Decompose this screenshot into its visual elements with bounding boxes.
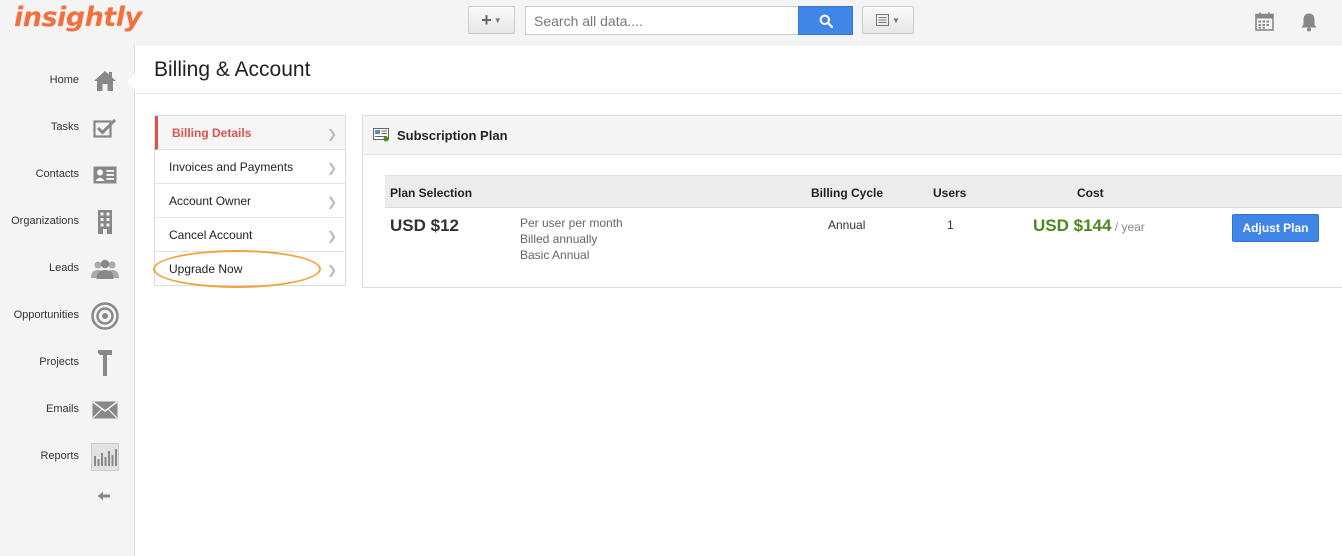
subnav-item-account-owner[interactable]: Account Owner ❯ xyxy=(155,184,345,218)
plan-description: Per user per month Billed annually Basic… xyxy=(520,215,623,263)
sidebar-item-opportunities[interactable]: Opportunities xyxy=(0,296,134,336)
insightly-logo[interactable]: insightly xyxy=(14,2,142,33)
contact-card-icon xyxy=(91,161,119,189)
sidebar-item-label: Emails xyxy=(45,403,79,415)
checkbox-icon xyxy=(91,114,119,142)
sidebar-item-tasks[interactable]: Tasks xyxy=(0,108,134,148)
calendar-icon[interactable] xyxy=(1255,12,1274,31)
sidebar-item-label: Organizations xyxy=(11,215,79,227)
sidebar: Home Tasks Contacts Organizations Leads … xyxy=(0,46,135,556)
subnav-item-label: Invoices and Payments xyxy=(169,160,294,174)
plan-desc-line: Billed annually xyxy=(520,232,598,246)
billing-cycle-value: Annual xyxy=(828,218,866,232)
sidebar-item-label: Reports xyxy=(40,450,79,462)
plan-desc-line: Basic Annual xyxy=(520,248,590,262)
header-plan-selection: Plan Selection xyxy=(390,186,473,200)
sidebar-item-home[interactable]: Home xyxy=(0,61,134,101)
add-new-button[interactable]: + ▼ xyxy=(468,6,515,34)
sidebar-item-leads[interactable]: Leads xyxy=(0,249,134,289)
sidebar-item-label: Projects xyxy=(39,356,79,368)
cost-amount: USD $144 xyxy=(1033,216,1112,235)
subnav-item-invoices-and-payments[interactable]: Invoices and Payments ❯ xyxy=(155,150,345,184)
list-icon xyxy=(876,14,890,26)
sidebar-item-label: Contacts xyxy=(35,168,79,180)
subscription-plan-panel: Subscription Plan Plan Selection Billing… xyxy=(362,115,1342,288)
chevron-right-icon: ❯ xyxy=(326,127,337,141)
panel-title: Subscription Plan xyxy=(397,128,508,143)
subscription-icon xyxy=(373,128,389,142)
plan-desc-line: Per user per month xyxy=(520,216,623,230)
header-billing-cycle: Billing Cycle xyxy=(811,186,884,200)
subnav-item-label: Billing Details xyxy=(172,126,252,140)
hammer-icon xyxy=(91,349,119,377)
caret-down-icon: ▼ xyxy=(493,15,502,25)
plus-icon: + xyxy=(481,9,492,30)
subnav-item-cancel-account[interactable]: Cancel Account ❯ xyxy=(155,218,345,252)
caret-down-icon: ▼ xyxy=(892,15,900,25)
adjust-plan-button[interactable]: Adjust Plan xyxy=(1232,214,1319,242)
sidebar-item-label: Opportunities xyxy=(13,309,79,321)
search-icon xyxy=(819,14,833,28)
view-menu-button[interactable]: ▼ xyxy=(862,6,914,34)
target-icon xyxy=(91,302,119,330)
sidebar-item-label: Home xyxy=(49,74,79,86)
highlight-annotation xyxy=(153,250,321,288)
subnav-item-label: Cancel Account xyxy=(169,228,253,242)
search-button[interactable] xyxy=(798,6,853,35)
chevron-right-icon: ❯ xyxy=(326,161,337,175)
plan-table-header: Plan Selection Billing Cycle Users Cost xyxy=(385,175,1342,208)
sidebar-item-label: Tasks xyxy=(50,121,79,133)
chevron-right-icon: ❯ xyxy=(326,195,337,209)
envelope-icon xyxy=(91,396,119,424)
chevron-right-icon: ❯ xyxy=(326,263,337,277)
sidebar-item-organizations[interactable]: Organizations xyxy=(0,202,134,242)
subnav-item-label: Account Owner xyxy=(169,194,252,208)
subnav-item-billing-details[interactable]: Billing Details ❯ xyxy=(155,116,345,150)
header-users: Users xyxy=(933,186,967,200)
panel-header: Subscription Plan xyxy=(363,116,1342,155)
top-bar: insightly + ▼ ▼ xyxy=(0,0,1342,46)
users-value: 1 xyxy=(947,218,954,232)
arrow-left-icon xyxy=(98,491,110,501)
collapse-sidebar-button[interactable] xyxy=(98,488,110,506)
chevron-right-icon: ❯ xyxy=(326,229,337,243)
sidebar-item-label: Leads xyxy=(49,262,79,274)
sidebar-item-contacts[interactable]: Contacts xyxy=(0,155,134,195)
title-divider xyxy=(136,93,1342,94)
cost-value: USD $144 / year xyxy=(1033,216,1145,236)
sidebar-item-reports[interactable]: Reports xyxy=(0,437,134,477)
bell-icon[interactable] xyxy=(1300,12,1318,32)
bar-chart-icon xyxy=(91,443,119,471)
plan-price: USD $12 xyxy=(390,216,459,235)
sidebar-item-projects[interactable]: Projects xyxy=(0,343,134,383)
header-cost: Cost xyxy=(1077,186,1104,200)
search-input[interactable] xyxy=(525,6,799,35)
people-icon xyxy=(91,255,119,283)
page-title: Billing & Account xyxy=(154,58,311,81)
home-icon xyxy=(91,67,119,95)
cost-period: / year xyxy=(1111,220,1145,234)
sidebar-item-emails[interactable]: Emails xyxy=(0,390,134,430)
building-icon xyxy=(91,208,119,236)
